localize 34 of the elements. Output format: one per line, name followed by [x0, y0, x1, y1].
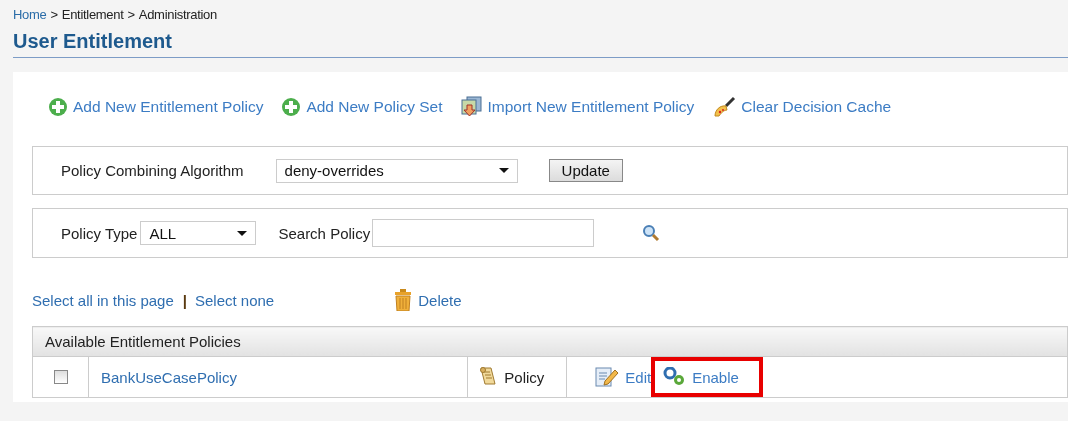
pencil-icon	[595, 366, 620, 388]
field-label: Search Policy	[278, 224, 371, 242]
breadcrumb-separator: >	[50, 7, 58, 22]
policy-type-dropdown[interactable]: ALL	[140, 221, 257, 245]
table-header: Available Entitlement Policies	[32, 326, 1068, 357]
field-label: Policy Type	[61, 224, 138, 242]
import-icon	[460, 96, 483, 118]
plus-icon	[48, 97, 68, 117]
breadcrumb-item: Administration	[138, 7, 217, 22]
action-link[interactable]: Add New Entitlement Policy	[48, 97, 264, 117]
broom-icon	[712, 96, 737, 118]
page-title: User Entitlement	[13, 30, 1068, 58]
action-link[interactable]: Import New Entitlement Policy	[460, 96, 695, 118]
update-button[interactable]: Update	[548, 159, 623, 182]
breadcrumb-item: Entitlement	[61, 7, 124, 22]
policy-name-link[interactable]: BankUseCasePolicy	[101, 368, 237, 386]
search-icon[interactable]	[642, 224, 661, 242]
row-checkbox[interactable]	[53, 370, 68, 384]
select-none-link[interactable]: Select none	[194, 291, 275, 309]
link-separator: |	[182, 291, 187, 309]
action-link[interactable]: Add New Policy Set	[281, 97, 443, 117]
scroll-icon	[478, 366, 499, 388]
select-all-link[interactable]: Select all in this page	[32, 291, 174, 309]
breadcrumb-separator: >	[127, 7, 135, 22]
plus-icon	[281, 97, 302, 117]
trash-icon	[394, 289, 413, 311]
breadcrumb-link[interactable]: Home	[13, 7, 47, 22]
edit-link[interactable]: Edit	[595, 366, 652, 388]
search-field[interactable]	[372, 219, 595, 247]
field-label: Policy Combining Algorithm	[61, 162, 244, 179]
action-link[interactable]: Clear Decision Cache	[712, 96, 892, 118]
algorithm-dropdown[interactable]: deny-overrides	[275, 158, 518, 183]
delete-link[interactable]: Delete	[394, 289, 462, 311]
enable-link[interactable]: Enable	[651, 357, 763, 397]
